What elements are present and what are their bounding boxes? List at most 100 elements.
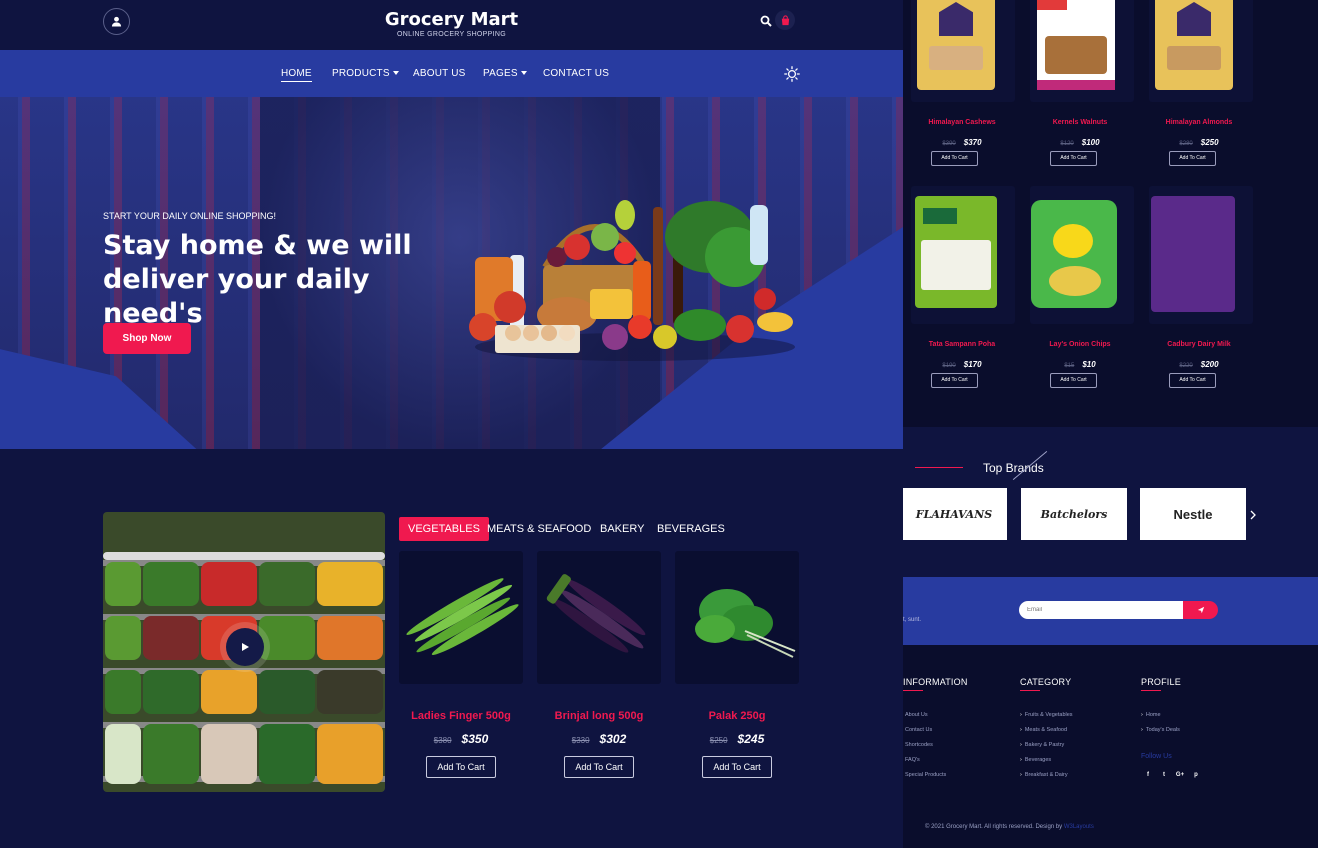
brand-logo-nestle[interactable]: Nestle	[1140, 488, 1246, 540]
tab-beverages[interactable]: BEVERAGES	[657, 517, 725, 541]
cart-button[interactable]	[775, 10, 795, 30]
nav-contact-label: CONTACT US	[543, 68, 610, 79]
product-name[interactable]: Palak 250g	[667, 710, 807, 722]
copyright: © 2021 Grocery Mart. All rights reserved…	[925, 824, 1094, 830]
nav-products-label: PRODUCTS	[332, 68, 390, 79]
pack-label	[1037, 0, 1067, 10]
product-name[interactable]: Himalayan Almonds	[1140, 119, 1258, 126]
grocery-basket-image	[469, 200, 795, 361]
main-page-panel: Grocery Mart ONLINE GROCERY SHOPPING HOM…	[0, 0, 903, 848]
product-image	[695, 589, 796, 658]
old-price: $220	[1179, 363, 1193, 369]
pack-label	[1177, 2, 1211, 36]
shop-now-button[interactable]: Shop Now	[103, 323, 191, 354]
pack-window	[929, 46, 983, 70]
footer-info-title: INFORMATION	[903, 677, 968, 687]
footer-link[interactable]: FAQ's	[905, 757, 920, 763]
produce-tray	[259, 616, 315, 660]
nav-products[interactable]: PRODUCTS	[332, 68, 399, 79]
play-video-button[interactable]	[226, 628, 264, 666]
add-to-cart-button[interactable]: Add To Cart	[702, 756, 772, 778]
produce-tray	[317, 616, 383, 660]
product-name[interactable]: Tata Sampann Poha	[903, 341, 1021, 348]
add-to-cart-button[interactable]: Add To Cart	[1169, 373, 1216, 388]
chevron-right-icon: ›	[1141, 712, 1143, 718]
nav-about[interactable]: ABOUT US	[413, 68, 466, 79]
product-price: $250 $245	[667, 730, 807, 748]
pack-label	[1161, 236, 1225, 276]
tab-vegetables[interactable]: VEGETABLES	[399, 517, 489, 541]
footer-link[interactable]: Contact Us	[905, 727, 932, 733]
send-icon	[1197, 606, 1204, 614]
product-price: $120 $100	[1021, 132, 1139, 150]
old-price: $330	[571, 736, 590, 745]
footer-link[interactable]: About Us	[905, 712, 928, 718]
product-image	[1155, 0, 1233, 90]
produce-tray	[317, 724, 383, 784]
footer-link[interactable]: › Beverages	[1020, 757, 1051, 763]
nav-pages[interactable]: PAGES	[483, 68, 527, 79]
add-to-cart-button[interactable]: Add To Cart	[931, 373, 978, 388]
brand-logo-flahavans[interactable]: FLAHAVANS	[903, 488, 1007, 540]
hero-title-line: Stay home & we will	[103, 230, 412, 261]
add-to-cart-button[interactable]: Add To Cart	[1050, 373, 1097, 388]
produce-tray	[105, 724, 141, 784]
hero-title-line: deliver your daily need's	[103, 264, 370, 329]
product-card[interactable]	[675, 551, 799, 684]
nav-home-label: HOME	[281, 68, 312, 79]
designer-link[interactable]: W3Layouts	[1064, 824, 1094, 830]
footer-link[interactable]: › Meats & Seafood	[1020, 727, 1067, 733]
add-to-cart-button[interactable]: Add To Cart	[1169, 151, 1216, 166]
subscribe-button[interactable]	[1183, 601, 1218, 619]
product-name[interactable]: Ladies Finger 500g	[391, 710, 531, 722]
product-image	[917, 0, 995, 90]
nav-contact[interactable]: CONTACT US	[543, 68, 609, 79]
footer-link-label: Today's Deals	[1145, 727, 1180, 733]
brand-logo-batchelors[interactable]: Batchelors	[1021, 488, 1127, 540]
hero-title: Stay home & we will deliver your daily n…	[103, 229, 463, 331]
pack-label	[939, 2, 973, 36]
add-to-cart-button[interactable]: Add To Cart	[564, 756, 634, 778]
footer-link[interactable]: › Today's Deals	[1141, 727, 1180, 733]
add-to-cart-button[interactable]: Add To Cart	[426, 756, 496, 778]
product-name[interactable]: Himalayan Cashews	[903, 119, 1021, 126]
pinterest-icon[interactable]: p	[1191, 770, 1201, 780]
product-name[interactable]: Brinjal long 500g	[529, 710, 669, 722]
product-image	[1037, 0, 1115, 90]
footer-link[interactable]: Shortcodes	[905, 742, 933, 748]
sun-icon[interactable]	[784, 66, 800, 82]
nav-home[interactable]: HOME	[281, 68, 312, 82]
current-price: $10	[1082, 360, 1096, 369]
tab-meats-seafood[interactable]: MEATS & SEAFOOD	[487, 517, 591, 541]
old-price: $250	[709, 736, 728, 745]
product-name[interactable]: Cadbury Dairy Milk	[1140, 341, 1258, 348]
old-price: $15	[1064, 363, 1075, 369]
current-price: $170	[963, 360, 982, 369]
footer-link[interactable]: › Bakery & Pastry	[1020, 742, 1064, 748]
twitter-icon[interactable]: t	[1159, 770, 1169, 780]
search-icon[interactable]	[760, 15, 772, 27]
footer-link[interactable]: › Home	[1141, 712, 1161, 718]
produce-tray	[105, 670, 141, 714]
product-card[interactable]	[537, 551, 661, 684]
facebook-icon[interactable]: f	[1143, 770, 1153, 780]
chevron-right-icon[interactable]	[1250, 510, 1256, 520]
product-name[interactable]: Lay's Onion Chips	[1021, 341, 1139, 348]
produce-tray	[201, 562, 257, 606]
pack-band	[1037, 80, 1115, 90]
footer-link[interactable]: › Fruits & Vegetables	[1020, 712, 1073, 718]
add-to-cart-button[interactable]: Add To Cart	[931, 151, 978, 166]
email-field[interactable]	[1019, 601, 1185, 619]
add-to-cart-button[interactable]: Add To Cart	[1050, 151, 1097, 166]
newsletter-bar: t, sunt.	[903, 577, 1318, 645]
footer-link[interactable]: › Breakfast & Dairy	[1020, 772, 1068, 778]
google-plus-icon[interactable]: G+	[1175, 770, 1185, 780]
footer-link[interactable]: Special Products	[905, 772, 946, 778]
product-name[interactable]: Kernels Walnuts	[1021, 119, 1139, 126]
footer-profile-title: PROFILE	[1141, 677, 1181, 687]
top-header: Grocery Mart ONLINE GROCERY SHOPPING	[0, 0, 903, 50]
produce-tray	[259, 724, 315, 784]
current-price: $200	[1200, 360, 1219, 369]
tab-bakery[interactable]: BAKERY	[600, 517, 644, 541]
product-card[interactable]	[399, 551, 523, 684]
